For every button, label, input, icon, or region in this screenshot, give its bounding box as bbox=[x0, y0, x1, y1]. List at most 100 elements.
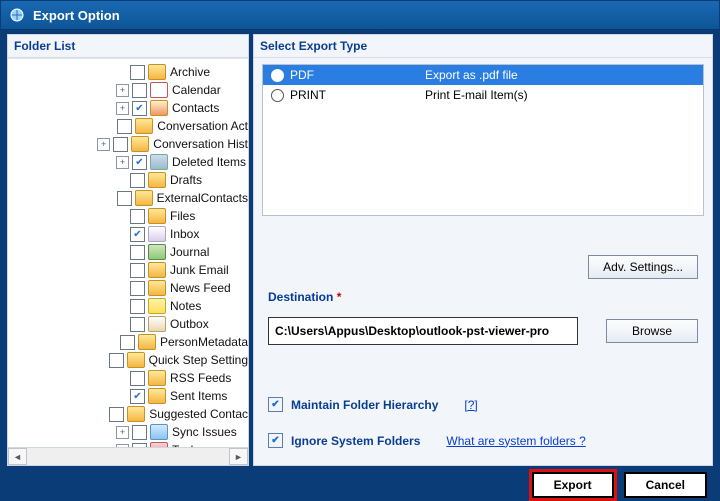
expand-toggle bbox=[116, 211, 127, 222]
folder-label: News Feed bbox=[170, 281, 231, 295]
destination-label: Destination * bbox=[268, 290, 341, 304]
tree-node[interactable]: Sent Items bbox=[8, 387, 248, 405]
expand-toggle[interactable]: + bbox=[116, 444, 129, 448]
horizontal-scrollbar[interactable]: ◄ ► bbox=[8, 447, 248, 465]
folder-checkbox[interactable] bbox=[113, 137, 128, 152]
tree-node[interactable]: Conversation Act bbox=[8, 117, 248, 135]
folder-checkbox[interactable] bbox=[109, 353, 124, 368]
expand-toggle[interactable]: + bbox=[116, 84, 129, 97]
tree-node[interactable]: Junk Email bbox=[8, 261, 248, 279]
expand-toggle bbox=[116, 391, 127, 402]
folder-checkbox[interactable] bbox=[130, 173, 145, 188]
folder-tree[interactable]: Archive+Calendar+Contacts Conversation Ac… bbox=[8, 59, 248, 447]
tree-node[interactable]: Outbox bbox=[8, 315, 248, 333]
maintain-hierarchy-option[interactable]: Maintain Folder Hierarchy [?] bbox=[268, 397, 478, 412]
folder-checkbox[interactable] bbox=[132, 155, 147, 170]
tree-node[interactable]: +Tasks bbox=[8, 441, 248, 447]
destination-input[interactable] bbox=[268, 317, 578, 345]
browse-button[interactable]: Browse bbox=[606, 319, 698, 343]
tree-node[interactable]: Inbox bbox=[8, 225, 248, 243]
folder-checkbox[interactable] bbox=[130, 371, 145, 386]
export-type-radio[interactable] bbox=[271, 69, 284, 82]
folder-label: ExternalContacts bbox=[157, 191, 248, 205]
expand-toggle[interactable]: + bbox=[116, 156, 129, 169]
folder-icon bbox=[131, 136, 149, 152]
folder-checkbox[interactable] bbox=[130, 227, 145, 242]
folder-label: Conversation Act bbox=[157, 119, 248, 133]
dialog-title: Export Option bbox=[33, 8, 120, 23]
folder-checkbox[interactable] bbox=[130, 389, 145, 404]
contacts-icon bbox=[150, 100, 168, 116]
tree-node[interactable]: +Sync Issues bbox=[8, 423, 248, 441]
folder-checkbox[interactable] bbox=[132, 83, 147, 98]
export-type-name: PRINT bbox=[290, 88, 326, 102]
expand-toggle[interactable]: + bbox=[97, 138, 110, 151]
notes-icon bbox=[148, 298, 166, 314]
tree-node[interactable]: RSS Feeds bbox=[8, 369, 248, 387]
ignore-system-folders-checkbox[interactable] bbox=[268, 433, 283, 448]
expand-toggle bbox=[116, 175, 127, 186]
scroll-right-button[interactable]: ► bbox=[229, 448, 248, 465]
folder-checkbox[interactable] bbox=[117, 119, 132, 134]
export-type-name: PDF bbox=[290, 68, 314, 82]
tree-node[interactable]: ExternalContacts bbox=[8, 189, 248, 207]
expand-toggle bbox=[103, 121, 114, 132]
export-options-panel: Select Export Type PDFExport as .pdf fil… bbox=[253, 34, 713, 466]
tree-node[interactable]: Quick Step Setting bbox=[8, 351, 248, 369]
folder-label: PersonMetadata bbox=[160, 335, 248, 349]
folder-label: Outbox bbox=[170, 317, 209, 331]
tree-node[interactable]: Archive bbox=[8, 63, 248, 81]
folder-checkbox[interactable] bbox=[120, 335, 135, 350]
tree-node[interactable]: +Calendar bbox=[8, 81, 248, 99]
expand-toggle bbox=[116, 373, 127, 384]
folder-checkbox[interactable] bbox=[130, 281, 145, 296]
maintain-hierarchy-checkbox[interactable] bbox=[268, 397, 283, 412]
folder-icon bbox=[148, 280, 166, 296]
tree-node[interactable]: Drafts bbox=[8, 171, 248, 189]
folder-list-panel: Folder List Archive+Calendar+ContactsCon… bbox=[7, 34, 249, 466]
tree-node[interactable]: +Conversation Hist bbox=[8, 135, 248, 153]
tree-node[interactable]: PersonMetadata bbox=[8, 333, 248, 351]
export-button[interactable]: Export bbox=[532, 472, 614, 498]
folder-checkbox[interactable] bbox=[109, 407, 124, 422]
folder-icon bbox=[127, 406, 145, 422]
folder-checkbox[interactable] bbox=[130, 65, 145, 80]
expand-toggle[interactable]: + bbox=[116, 102, 129, 115]
scroll-left-button[interactable]: ◄ bbox=[8, 448, 27, 465]
tree-node[interactable]: Notes bbox=[8, 297, 248, 315]
folder-checkbox[interactable] bbox=[130, 263, 145, 278]
ignore-system-folders-option[interactable]: Ignore System Folders What are system fo… bbox=[268, 433, 586, 448]
folder-label: Suggested Contac bbox=[149, 407, 248, 421]
export-type-radio[interactable] bbox=[271, 89, 284, 102]
export-type-desc: Print E-mail Item(s) bbox=[421, 88, 703, 102]
tree-node[interactable]: +Deleted Items bbox=[8, 153, 248, 171]
folder-checkbox[interactable] bbox=[132, 443, 147, 448]
export-type-desc: Export as .pdf file bbox=[421, 68, 703, 82]
tree-node[interactable]: Journal bbox=[8, 243, 248, 261]
folder-checkbox[interactable] bbox=[132, 425, 147, 440]
folder-checkbox[interactable] bbox=[130, 299, 145, 314]
folder-checkbox[interactable] bbox=[130, 317, 145, 332]
expand-toggle bbox=[116, 283, 127, 294]
system-folders-help-link[interactable]: What are system folders ? bbox=[446, 434, 585, 448]
folder-checkbox[interactable] bbox=[132, 101, 147, 116]
export-type-row[interactable]: PDF Export as .pdf file bbox=[263, 65, 703, 85]
outbox-icon bbox=[148, 316, 166, 332]
tree-node[interactable]: News Feed bbox=[8, 279, 248, 297]
dialog-footer: Export Cancel bbox=[1, 470, 719, 500]
folder-icon bbox=[148, 388, 166, 404]
tree-node[interactable]: Suggested Contac bbox=[8, 405, 248, 423]
folder-checkbox[interactable] bbox=[130, 245, 145, 260]
adv-settings-button[interactable]: Adv. Settings... bbox=[588, 255, 698, 279]
tree-node[interactable]: Files bbox=[8, 207, 248, 225]
cancel-button[interactable]: Cancel bbox=[624, 472, 707, 498]
export-type-list[interactable]: PDF Export as .pdf file PRINT Print E-mail … bbox=[262, 64, 704, 216]
tree-node[interactable]: +Contacts bbox=[8, 99, 248, 117]
journal-icon bbox=[148, 244, 166, 260]
export-type-row[interactable]: PRINT Print E-mail Item(s) bbox=[263, 85, 703, 105]
folder-label: Files bbox=[170, 209, 195, 223]
folder-checkbox[interactable] bbox=[130, 209, 145, 224]
folder-checkbox[interactable] bbox=[117, 191, 132, 206]
expand-toggle[interactable]: + bbox=[116, 426, 129, 439]
maintain-hierarchy-help-link[interactable]: [?] bbox=[464, 398, 477, 412]
